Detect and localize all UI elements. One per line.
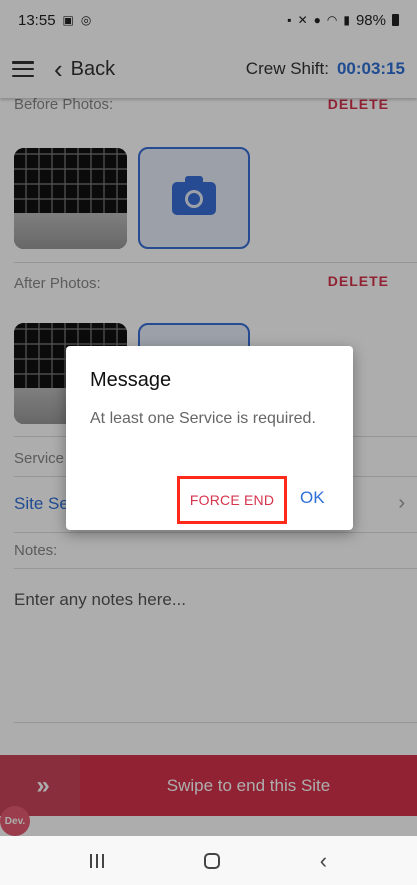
- message-dialog: Message At least one Service is required…: [66, 346, 353, 530]
- home-icon[interactable]: [203, 852, 220, 869]
- system-nav-bar: ‹: [0, 836, 417, 885]
- recents-icon[interactable]: [89, 853, 104, 868]
- ok-button[interactable]: OK: [300, 488, 325, 508]
- back-nav-icon[interactable]: ‹: [320, 849, 327, 872]
- force-end-button[interactable]: FORCE END: [177, 476, 287, 524]
- dialog-title: Message: [90, 369, 172, 391]
- dialog-message: At least one Service is required.: [90, 410, 316, 427]
